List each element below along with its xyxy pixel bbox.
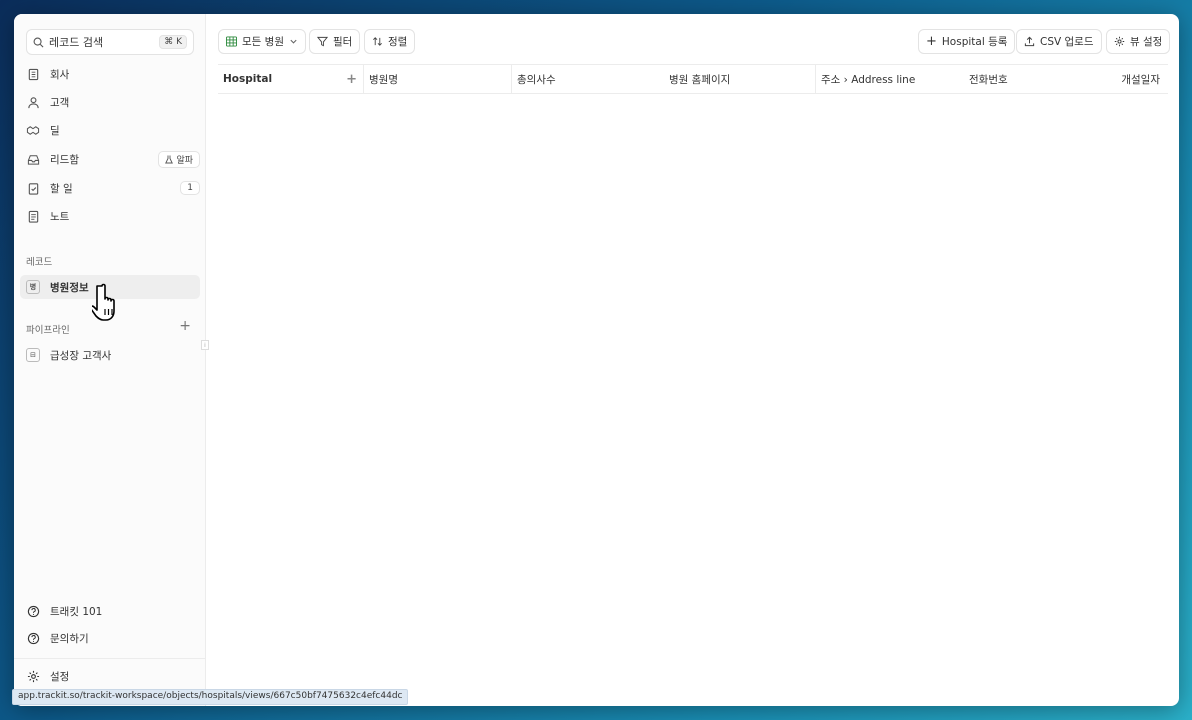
inbox-icon <box>26 152 40 166</box>
sidebar-item-leads[interactable]: 리드함 알파 <box>20 147 200 171</box>
app-window: 레코드 검색 ⌘ K 회사 고객 딜 리드함 알파 할 일 1 노트 레코드 병… <box>14 14 1179 706</box>
sidebar-item-companies[interactable]: 회사 <box>20 62 200 86</box>
csv-label: CSV 업로드 <box>1040 36 1094 48</box>
sidebar-item-label: 문의하기 <box>50 632 89 645</box>
sidebar-item-label: 노트 <box>50 210 70 223</box>
column-header-homepage[interactable]: 병원 홈페이지 <box>664 65 816 93</box>
building-icon <box>26 67 40 81</box>
search-label: 레코드 검색 <box>49 36 104 49</box>
flask-icon <box>165 155 174 163</box>
search-shortcut: ⌘ K <box>159 35 187 49</box>
add-column-icon[interactable]: + <box>346 72 357 87</box>
main-content: 모든 병원 필터 정렬 + Hospital 등록 CSV 업로드 뷰 설정 H… <box>206 14 1179 706</box>
sort-label: 정렬 <box>388 36 408 48</box>
search-icon <box>33 37 44 47</box>
view-selector-button[interactable]: 모든 병원 <box>218 29 306 54</box>
view-settings-button[interactable]: 뷰 설정 <box>1106 29 1171 54</box>
status-url: app.trackit.so/trackit-workspace/objects… <box>12 689 409 705</box>
sidebar-item-label: 병원정보 <box>50 281 89 294</box>
user-icon <box>26 95 40 109</box>
record-icon: 병 <box>26 280 40 294</box>
hand-pointer-icon <box>92 283 115 321</box>
column-header-phone[interactable]: 전화번호 <box>964 65 1074 93</box>
sidebar-item-label: 급성장 고객사 <box>50 349 112 362</box>
clipboard-check-icon <box>26 181 40 195</box>
sidebar-item-pipeline[interactable]: ⊟ 급성장 고객사 <box>20 343 200 367</box>
gear-icon <box>1114 36 1125 47</box>
sidebar-item-todos[interactable]: 할 일 1 <box>20 176 200 200</box>
plus-icon: + <box>926 34 937 49</box>
table-header: Hospital + 병원명 총의사수 병원 홈페이지 주소 › Address… <box>218 64 1168 94</box>
sidebar: 레코드 검색 ⌘ K 회사 고객 딜 리드함 알파 할 일 1 노트 레코드 병… <box>14 14 209 706</box>
column-header-address[interactable]: 주소 › Address line <box>816 65 964 93</box>
gear-icon <box>26 669 40 683</box>
sidebar-item-trackit-101[interactable]: 트래킷 101 <box>20 599 200 623</box>
pipeline-icon: ⊟ <box>26 348 40 362</box>
footer-divider <box>14 658 206 659</box>
sort-button[interactable]: 정렬 <box>364 29 416 54</box>
sidebar-item-settings[interactable]: 설정 <box>20 664 200 688</box>
column-header-opened[interactable]: 개설일자 <box>1074 65 1168 93</box>
sidebar-item-label: 트래킷 101 <box>50 605 103 618</box>
filter-label: 필터 <box>333 36 353 48</box>
sidebar-item-label: 설정 <box>50 670 70 683</box>
notes-icon <box>26 209 40 223</box>
sidebar-item-label: 리드함 <box>50 153 79 166</box>
chevron-down-icon <box>290 39 297 44</box>
view-label: 모든 병원 <box>242 36 284 48</box>
view-settings-label: 뷰 설정 <box>1130 36 1163 48</box>
sidebar-item-notes[interactable]: 노트 <box>20 204 200 228</box>
alpha-badge: 알파 <box>158 150 200 168</box>
column-header-doctors[interactable]: 총의사수 <box>512 65 664 93</box>
todo-count-badge: 1 <box>180 181 200 195</box>
add-label: Hospital 등록 <box>941 36 1008 48</box>
sort-icon <box>373 37 382 46</box>
add-hospital-button[interactable]: + Hospital 등록 <box>918 29 1016 54</box>
add-pipeline-icon[interactable]: + <box>179 318 191 334</box>
sidebar-item-customers[interactable]: 고객 <box>20 90 200 114</box>
sidebar-item-label: 딜 <box>50 124 60 137</box>
column-header-hospital[interactable]: Hospital + <box>218 65 364 93</box>
sidebar-item-label: 할 일 <box>50 182 73 195</box>
filter-button[interactable]: 필터 <box>309 29 361 54</box>
upload-icon <box>1024 36 1035 47</box>
help-circle-icon <box>26 631 40 645</box>
filter-icon <box>317 36 328 47</box>
column-header-name[interactable]: 병원명 <box>364 65 512 93</box>
sidebar-item-label: 회사 <box>50 68 70 81</box>
csv-upload-button[interactable]: CSV 업로드 <box>1016 29 1102 54</box>
handshake-icon <box>26 123 40 137</box>
table-icon <box>226 36 237 47</box>
sidebar-item-contact[interactable]: 문의하기 <box>20 626 200 650</box>
sidebar-item-deals[interactable]: 딜 <box>20 118 200 142</box>
sidebar-item-label: 고객 <box>50 96 70 109</box>
help-circle-icon <box>26 604 40 618</box>
records-section-label: 레코드 <box>26 257 53 268</box>
search-input[interactable]: 레코드 검색 ⌘ K <box>26 29 194 55</box>
pipeline-section-label: 파이프라인 <box>26 325 70 336</box>
